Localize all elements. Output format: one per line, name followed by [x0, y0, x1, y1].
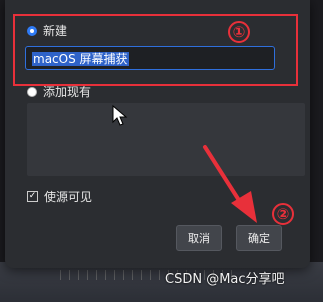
mouse-cursor-icon — [112, 104, 128, 126]
annotation-overlay — [112, 104, 257, 223]
red-arrow-icon — [203, 145, 257, 223]
watermark: CSDN @Mac分享吧 — [165, 272, 285, 287]
